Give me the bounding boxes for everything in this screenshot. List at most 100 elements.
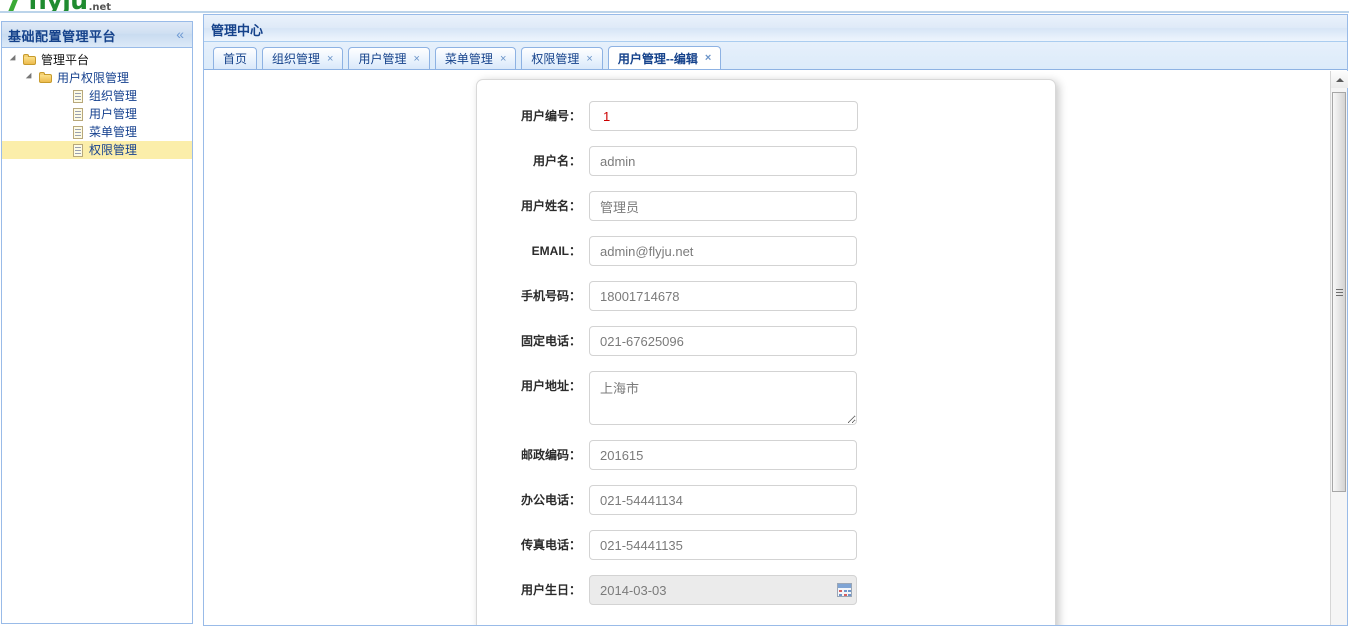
field-input-1[interactable] [589, 146, 857, 176]
tab-label: 用户管理 [358, 52, 407, 66]
field-label: 办公电话： [520, 493, 581, 507]
tab-0[interactable]: 首页 [213, 47, 258, 69]
tab-1[interactable]: 组织管理 × [262, 47, 344, 69]
tab-4[interactable]: 权限管理 × [521, 47, 603, 69]
tab-label: 菜单管理 [444, 52, 493, 66]
form-row: 用户地址： [477, 371, 1055, 440]
field-label: 手机号码： [520, 289, 581, 303]
field-input-10[interactable] [589, 575, 857, 605]
tab-close-icon[interactable]: × [500, 53, 506, 64]
file-icon [70, 124, 86, 140]
main-panel: 管理中心 首页 组织管理 × 用户管理 × 菜单管理 × 权限管理 × 用户管理--编辑 × 用户编… [203, 14, 1348, 626]
tab-5[interactable]: 用户管理--编辑 × [607, 46, 722, 69]
field-wrapper [589, 485, 1055, 515]
sidebar-item-label: 用户权限管理 [57, 71, 130, 85]
form-row: 传真电话： [477, 530, 1055, 575]
collapse-sidebar-icon[interactable]: « [176, 27, 184, 41]
vertical-scrollbar[interactable] [1330, 71, 1348, 625]
chevron-up-icon [1336, 78, 1344, 82]
scrollbar-grip-icon [1336, 289, 1343, 290]
field-input-8[interactable] [589, 485, 857, 515]
sidebar-item-label: 管理平台 [41, 53, 90, 67]
form-row: 办公电话： [477, 485, 1055, 530]
sidebar-item-label: 用户管理 [89, 107, 138, 121]
form-top-spacer [477, 80, 1055, 101]
sidebar-item-1[interactable]: 用户权限管理 [2, 69, 192, 87]
field-input-0[interactable] [589, 101, 858, 131]
field-wrapper [589, 146, 1055, 176]
navigation-tree: 管理平台用户权限管理组织管理用户管理菜单管理权限管理 [2, 48, 192, 159]
form-row: 用户姓名： [477, 191, 1055, 236]
field-wrapper [589, 191, 1055, 221]
field-label: 用户名： [532, 154, 581, 168]
expand-arrow-icon[interactable] [6, 51, 22, 69]
field-wrapper [589, 440, 1055, 470]
field-label: 邮政编码： [520, 448, 581, 462]
tab-close-icon[interactable]: × [327, 53, 333, 64]
form-row: 手机号码： [477, 281, 1055, 326]
form-row: 用户生日： [477, 575, 1055, 620]
content-area: 用户编号： 用户名： 用户姓名： EMAIL： 手机号码： 固定电话： 用户地址： 邮政编码：… [204, 70, 1347, 625]
sidebar-item-5[interactable]: 权限管理 [2, 141, 192, 159]
form-row: 邮政编码： [477, 440, 1055, 485]
sidebar-item-4[interactable]: 菜单管理 [2, 123, 192, 141]
field-label: 用户姓名： [520, 199, 581, 213]
field-input-7[interactable] [589, 440, 857, 470]
header-divider [0, 11, 1349, 13]
sidebar-item-0[interactable]: 管理平台 [2, 51, 192, 69]
file-icon [70, 142, 86, 158]
field-input-5[interactable] [589, 326, 857, 356]
field-input-9[interactable] [589, 530, 857, 560]
file-icon [70, 88, 86, 104]
brand-header: flyju .net [0, 0, 1349, 13]
field-input-4[interactable] [589, 281, 857, 311]
sidebar-panel: 基础配置管理平台 « 管理平台用户权限管理组织管理用户管理菜单管理权限管理 [1, 21, 193, 624]
folder-icon [22, 52, 38, 68]
tab-label: 首页 [223, 52, 248, 66]
field-wrapper [589, 575, 1055, 605]
field-wrapper [589, 281, 1055, 311]
form-row: 固定电话： [477, 326, 1055, 371]
form-row: 用户编号： [477, 101, 1055, 146]
scrollbar-track[interactable] [1331, 88, 1347, 625]
form-row: 用户名： [477, 146, 1055, 191]
tab-close-icon[interactable]: × [586, 53, 592, 64]
field-wrapper [589, 530, 1055, 560]
folder-icon [38, 70, 54, 86]
tab-3[interactable]: 菜单管理 × [434, 47, 517, 69]
sidebar-title: 基础配置管理平台 [8, 29, 117, 44]
field-wrapper [589, 236, 1055, 266]
expand-arrow-icon[interactable] [22, 69, 38, 87]
sidebar-item-label: 组织管理 [89, 89, 138, 103]
tab-2[interactable]: 用户管理 × [348, 47, 430, 69]
field-label: 用户生日： [520, 583, 581, 597]
tab-label: 用户管理--编辑 [617, 51, 698, 66]
field-label: 用户编号： [520, 109, 581, 123]
tab-bar: 首页 组织管理 × 用户管理 × 菜单管理 × 权限管理 × 用户管理--编辑 × [204, 42, 1347, 70]
field-wrapper [589, 326, 1055, 356]
form-row: EMAIL： [477, 236, 1055, 281]
field-input-2[interactable] [589, 191, 857, 221]
file-icon [70, 106, 86, 122]
field-label: EMAIL： [531, 244, 581, 258]
field-label: 固定电话： [520, 334, 581, 348]
scrollbar-thumb[interactable] [1332, 92, 1346, 492]
tab-close-icon[interactable]: × [705, 53, 711, 64]
sidebar-item-label: 菜单管理 [89, 125, 138, 139]
sidebar-item-label: 权限管理 [89, 143, 138, 157]
address-textarea[interactable] [589, 371, 857, 425]
calendar-icon[interactable] [837, 583, 852, 597]
sidebar-item-3[interactable]: 用户管理 [2, 105, 192, 123]
tab-label: 权限管理 [531, 52, 580, 66]
field-label: 传真电话： [520, 538, 581, 552]
field-wrapper [589, 101, 1055, 131]
sidebar-header: 基础配置管理平台 « [2, 22, 192, 48]
tab-close-icon[interactable]: × [413, 53, 419, 64]
page-title: 管理中心 [211, 23, 264, 38]
field-input-3[interactable] [589, 236, 857, 266]
application-window: flyju .net 基础配置管理平台 « 管理平台用户权限管理组织管理用户管理… [0, 0, 1349, 626]
field-label: 用户地址： [520, 379, 581, 393]
field-wrapper [589, 371, 1055, 430]
sidebar-item-2[interactable]: 组织管理 [2, 87, 192, 105]
scroll-up-button[interactable] [1331, 71, 1348, 88]
